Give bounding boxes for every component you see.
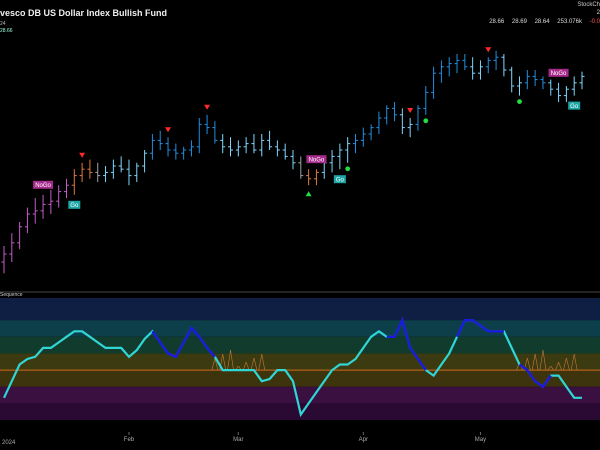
low-value: 28.64 — [534, 19, 550, 25]
signal-label-text: Go — [336, 177, 345, 183]
high-value: 28.69 — [511, 19, 527, 25]
chart-title: vesco DB US Dollar Index Bullish Fund — [0, 8, 168, 18]
signal-label-text: Go — [70, 203, 79, 209]
continuation-dot — [517, 99, 522, 104]
x-tick-label: Mar — [233, 437, 243, 443]
signal-label-text: Go — [570, 104, 579, 110]
chart-subtitle: 24 — [0, 21, 6, 27]
osc-band-0 — [0, 298, 600, 321]
signal-label-text: NoGo — [35, 183, 51, 189]
osc-band-4 — [0, 370, 600, 387]
x-tick-label: May — [475, 437, 486, 443]
x-tick-label: Feb — [124, 437, 135, 443]
continuation-dot — [423, 118, 429, 124]
continuation-dot — [345, 166, 351, 172]
osc-band-1 — [0, 320, 600, 337]
osc-band-3 — [0, 353, 600, 371]
volume-value: 253.076k — [557, 19, 582, 25]
oscillator-label: Sequence — [0, 292, 23, 298]
sell-signal-marker — [79, 152, 86, 158]
sell-signal-marker — [204, 104, 211, 110]
osc-band-5 — [0, 386, 600, 404]
change-value: -0.0 — [589, 19, 600, 25]
year-tag: 2 — [596, 10, 600, 16]
sell-signal-marker — [165, 127, 172, 133]
x-tick-label: Apr — [359, 437, 368, 443]
signal-label-text: NoGo — [309, 157, 325, 163]
last-price-label: 28.66 — [0, 28, 13, 34]
brand-label: StockCh — [577, 2, 600, 8]
price-chart: NoGo Go NoGo Go NoGo Go Feb Mar Apr May — [0, 47, 600, 443]
year-label: 2024 — [2, 440, 16, 446]
buy-signal-marker — [305, 191, 312, 197]
sell-signal-marker — [485, 47, 492, 53]
open-value: 28.66 — [489, 19, 505, 25]
ohlc-readout: 28.66 28.69 28.64 253.076k -0.0 — [483, 19, 600, 25]
chart-root: NoGo Go NoGo Go NoGo Go Feb Mar Apr May — [0, 0, 600, 450]
signal-label-text: NoGo — [551, 71, 567, 77]
sell-signal-marker — [407, 108, 414, 113]
